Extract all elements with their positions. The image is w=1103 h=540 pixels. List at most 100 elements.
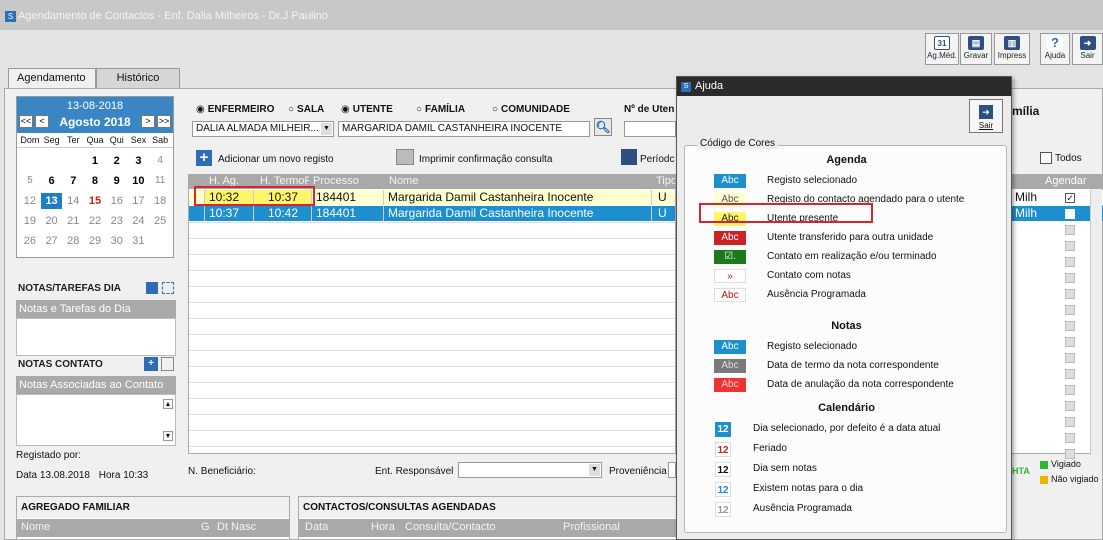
calendar-day[interactable]: 7 — [62, 173, 84, 189]
help-exit-button[interactable]: ➜ Sair — [969, 99, 1003, 133]
notas-tarefas-title: NOTAS/TAREFAS DIA — [16, 278, 176, 300]
calendar-day[interactable]: 13 — [40, 193, 63, 209]
help-dialog: S Ajuda ➜ Sair Agenda Abc Registo selecio… — [676, 76, 1012, 540]
agendar-checkbox[interactable] — [1065, 369, 1075, 379]
tab-historico[interactable]: Histórico — [96, 68, 180, 88]
calendar-day[interactable]: 19 — [19, 213, 41, 229]
tab-agendamento[interactable]: Agendamento — [8, 68, 96, 88]
save-button[interactable]: ▤ Gravar — [960, 33, 992, 65]
calendar-day[interactable]: 23 — [106, 213, 128, 229]
agendar-checkbox[interactable] — [1065, 433, 1075, 443]
calendar-day[interactable]: 31 — [128, 233, 150, 249]
calendar-day[interactable]: 8 — [84, 173, 106, 189]
notas-contato-area[interactable]: ▲ ▼ — [16, 394, 176, 446]
exit-button[interactable]: ➜ Sair — [1072, 33, 1103, 65]
expand-icon[interactable] — [162, 282, 174, 294]
day-swatch: 12 — [715, 502, 731, 517]
legend-label: Feriado — [753, 443, 787, 454]
col-tipo: Tipo — [652, 175, 675, 189]
calendar-day[interactable]: 11 — [149, 173, 171, 189]
radio-enfermeiro[interactable]: ENFERMEIRO — [196, 104, 275, 115]
add-icon[interactable]: + — [196, 150, 212, 166]
ent-resp-select[interactable]: ▼ — [458, 462, 602, 478]
radio-sala[interactable]: SALA — [288, 104, 324, 115]
agendar-checkbox[interactable] — [1065, 353, 1075, 363]
agendar-checkbox[interactable] — [1065, 273, 1075, 283]
chevron-down-icon[interactable]: ▼ — [589, 464, 600, 476]
agendar-checkbox[interactable] — [1065, 401, 1075, 411]
todos-checkbox[interactable] — [1040, 152, 1052, 164]
calendar-day[interactable]: 1 — [84, 153, 106, 169]
proveniencia-select[interactable] — [668, 462, 676, 478]
agendar-checkbox[interactable] — [1065, 289, 1075, 299]
next-month-button[interactable]: > — [141, 115, 155, 128]
next-year-button[interactable]: >> — [157, 115, 171, 128]
enfermeiro-select[interactable]: DALIA ALMADA MILHEIR... ▼ — [192, 121, 334, 137]
app-icon: S — [681, 82, 691, 92]
agendar-checkbox[interactable] — [1065, 241, 1075, 251]
scroll-down-icon[interactable]: ▼ — [163, 431, 173, 441]
agendar-checkbox[interactable] — [1065, 257, 1075, 267]
calendar-day[interactable]: 29 — [84, 233, 106, 249]
calendar-day[interactable]: 2 — [106, 153, 128, 169]
calendar-day[interactable]: 22 — [84, 213, 106, 229]
calendar-day[interactable]: 30 — [106, 233, 128, 249]
agendar-checkbox[interactable] — [1065, 209, 1075, 219]
agendar-checkbox[interactable]: ✓ — [1065, 193, 1075, 203]
search-icon[interactable]: 🔍︎ — [594, 118, 612, 136]
add-record-link[interactable]: Adicionar um novo registo — [218, 154, 334, 165]
radio-utente[interactable]: UTENTE — [341, 104, 393, 115]
calendar-day[interactable]: 18 — [149, 193, 171, 209]
calendar-day[interactable]: 15 — [84, 193, 106, 209]
no-utente-input[interactable] — [624, 121, 676, 137]
print-confirmation-link[interactable]: Imprimir confirmação consulta — [419, 154, 552, 165]
calendar-day[interactable]: 4 — [149, 153, 171, 169]
calendar-day[interactable]: 9 — [106, 173, 128, 189]
radio-familia[interactable]: FAMÍLIA — [416, 104, 465, 115]
calendar-day[interactable]: 17 — [128, 193, 150, 209]
row-divider — [189, 398, 675, 399]
agendar-checkbox[interactable] — [1065, 417, 1075, 427]
calendar-day[interactable]: 6 — [41, 173, 63, 189]
calendar-day[interactable]: 21 — [62, 213, 84, 229]
agendar-checkbox[interactable] — [1065, 305, 1075, 315]
prev-year-button[interactable]: << — [19, 115, 33, 128]
calendar-day[interactable]: 3 — [128, 153, 150, 169]
ag-med-button[interactable]: 31 Ag.Méd. — [925, 33, 959, 65]
calendar-day[interactable]: 16 — [106, 193, 128, 209]
calendar-day[interactable]: 20 — [41, 213, 63, 229]
calendar-day[interactable]: 12 — [19, 193, 41, 209]
scrollbar[interactable] — [1090, 189, 1102, 455]
col-consulta: Consulta/Contacto — [405, 521, 496, 533]
list-icon[interactable] — [161, 357, 174, 371]
color-swatch: Abc — [714, 231, 746, 245]
agendar-checkbox[interactable] — [1065, 321, 1075, 331]
chevron-down-icon[interactable]: ▼ — [321, 123, 332, 135]
add-note-icon[interactable]: + — [144, 357, 158, 371]
calendar-day[interactable]: 10 — [128, 173, 150, 189]
notes-icon[interactable] — [146, 282, 158, 294]
calendar-day[interactable]: 27 — [41, 233, 63, 249]
calendar-day[interactable]: 14 — [62, 193, 84, 209]
calendar-day[interactable]: 5 — [19, 173, 41, 189]
period-icon[interactable] — [621, 149, 637, 165]
agendar-checkbox[interactable] — [1065, 337, 1075, 347]
utente-field[interactable]: MARGARIDA DAMIL CASTANHEIRA INOCENTE — [338, 121, 590, 137]
prev-month-button[interactable]: < — [35, 115, 49, 128]
calendar: 13-08-2018 << < Agosto 2018 > >> Dom Seg… — [16, 96, 174, 258]
calendar-day[interactable]: 24 — [128, 213, 150, 229]
radio-comunidade[interactable]: COMUNIDADE — [492, 104, 570, 115]
print-button[interactable]: ▥ Impress — [994, 33, 1030, 65]
agendar-checkbox[interactable] — [1065, 385, 1075, 395]
help-button[interactable]: ? Ajuda — [1040, 33, 1070, 65]
notas-tarefas-area[interactable] — [16, 318, 176, 356]
agendar-checkbox[interactable] — [1065, 449, 1075, 459]
calendar-day[interactable]: 28 — [62, 233, 84, 249]
agendar-checkbox[interactable] — [1065, 225, 1075, 235]
appointments-table: H. Ag. H. TermoP Processo Nome Tipo 10:3… — [188, 174, 676, 454]
calendar-day[interactable]: 26 — [19, 233, 41, 249]
col-data: Data — [305, 521, 329, 533]
scroll-up-icon[interactable]: ▲ — [163, 399, 173, 409]
table-row-selected[interactable]: 10:37 10:42 184401 Margarida Damil Casta… — [189, 206, 675, 221]
calendar-day[interactable]: 25 — [149, 213, 171, 229]
